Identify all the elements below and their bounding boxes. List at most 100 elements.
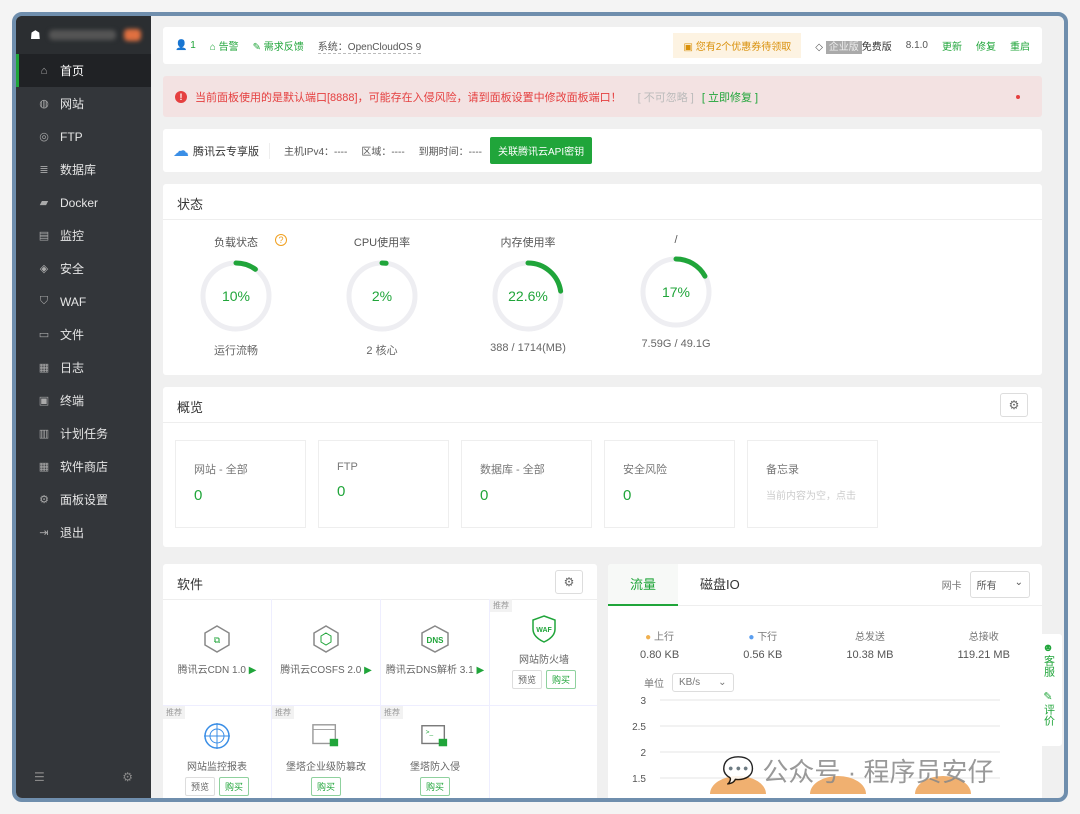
wechat-icon: 💬	[722, 755, 755, 785]
sidebar-item-2[interactable]: ◎ FTP	[16, 120, 151, 153]
software-item-2[interactable]: DNS 腾讯云DNS解析 3.1 ▶	[381, 599, 490, 706]
sidebar-item-1[interactable]: ◍ 网站	[16, 87, 151, 120]
buy-button[interactable]: 购买	[419, 777, 450, 796]
sidebar-item-0[interactable]: ⌂ 首页	[16, 54, 151, 87]
gauge-ring: 22.6%	[492, 260, 564, 332]
overview-card-1[interactable]: FTP 0	[318, 440, 449, 528]
gauge-ring: 2%	[346, 260, 418, 332]
update-button[interactable]: 更新	[942, 38, 962, 53]
gauge-2: 内存使用率 22.6% 388 / 1714(MB)	[473, 234, 583, 354]
sidebar-item-label: 安全	[60, 262, 85, 276]
sidebar-item-13[interactable]: ⚙ 面板设置	[16, 483, 151, 516]
alarm-link[interactable]: ⌂ 告警	[210, 38, 239, 53]
coupon-banner[interactable]: ▣ 您有2个优惠券待领取	[673, 33, 802, 58]
software-item-6[interactable]: 推荐 >_ 堡塔防入侵 购买	[381, 706, 490, 798]
grid-icon: ▦	[38, 461, 50, 473]
help-icon[interactable]: ?	[275, 234, 287, 246]
repair-button[interactable]: 修复	[976, 38, 996, 53]
settings-icon[interactable]: ⚙	[122, 770, 133, 784]
sidebar-item-5[interactable]: ▤ 监控	[16, 219, 151, 252]
link-api-key-button[interactable]: 关联腾讯云API密钥	[490, 137, 593, 164]
gauge-label: /	[674, 234, 678, 246]
sidebar-item-3[interactable]: ≣ 数据库	[16, 153, 151, 186]
software-icon	[312, 722, 340, 750]
software-settings-button[interactable]: ⚙	[555, 570, 583, 594]
preview-button[interactable]: 预览	[511, 670, 542, 689]
gauge-label: 内存使用率	[500, 237, 556, 249]
play-icon[interactable]: ▶	[476, 665, 484, 676]
host-ipv4: 主机IPv4：----	[284, 147, 348, 158]
sidebar-item-12[interactable]: ▦ 软件商店	[16, 450, 151, 483]
traffic-stat-2: 总发送 10.38 MB	[846, 632, 894, 661]
software-item-1[interactable]: 腾讯云COSFS 2.0 ▶	[272, 599, 381, 706]
region: 区域：----	[361, 147, 405, 158]
traffic-stat-1: ● 下行 0.56 KB	[743, 632, 783, 661]
nic-select[interactable]: 所有 ⌄	[969, 571, 1030, 598]
overview-card-4[interactable]: 备忘录 当前内容为空，点击	[747, 440, 878, 528]
docker-icon: ▰	[39, 197, 49, 209]
overview-settings-button[interactable]: ⚙	[1000, 393, 1028, 417]
software-icon: ⧉	[203, 625, 231, 653]
overview-title: 概览	[163, 387, 1042, 423]
sidebar-item-8[interactable]: ▭ 文件	[16, 318, 151, 351]
y-tick-label: 2	[640, 748, 646, 759]
play-icon[interactable]: ▶	[364, 665, 372, 676]
software-item-4[interactable]: 推荐 网站监控报表 预览 购买	[163, 706, 272, 798]
gauge-0: 负载状态? 10% 运行流畅	[181, 234, 291, 358]
collapse-menu-icon[interactable]: ☰	[34, 770, 45, 784]
sidebar-item-10[interactable]: ▣ 终端	[16, 384, 151, 417]
feedback-link[interactable]: ✎ 需求反馈	[253, 38, 304, 53]
svg-text:>_: >_	[426, 729, 434, 736]
fix-now-button[interactable]: [ 立即修复 ]	[702, 89, 758, 105]
tab-traffic[interactable]: 流量	[608, 564, 679, 606]
y-tick-label: 2.5	[632, 722, 646, 733]
preview-button[interactable]: 预览	[184, 777, 215, 796]
sidebar-item-label: 软件商店	[60, 460, 109, 474]
sidebar-item-6[interactable]: ◈ 安全	[16, 252, 151, 285]
buy-button[interactable]: 购买	[546, 670, 577, 689]
svg-text:DNS: DNS	[427, 636, 445, 645]
software-icon	[312, 625, 340, 653]
software-item-0[interactable]: ⧉ 腾讯云CDN 1.0 ▶	[163, 599, 272, 706]
sidebar-item-label: 首页	[60, 64, 85, 78]
overview-card-0[interactable]: 网站 - 全部 0	[175, 440, 306, 528]
sidebar-item-9[interactable]: ▦ 日志	[16, 351, 151, 384]
sidebar-item-11[interactable]: ▥ 计划任务	[16, 417, 151, 450]
unit-select[interactable]: KB/s ⌄	[672, 673, 734, 692]
gauge-detail: 运行流畅	[214, 345, 258, 357]
y-tick-label: 1.5	[632, 774, 646, 785]
sidebar-item-label: 面板设置	[60, 493, 109, 507]
recommend-tag: 推荐	[272, 706, 294, 719]
buy-button[interactable]: 购买	[219, 777, 250, 796]
service-button[interactable]: ☻ 客服	[1034, 642, 1062, 681]
tab-disk-io[interactable]: 磁盘IO	[678, 564, 762, 606]
sidebar-item-14[interactable]: ⇥ 退出	[16, 516, 151, 549]
overview-card-2[interactable]: 数据库 - 全部 0	[461, 440, 592, 528]
edition-info[interactable]: ◇ 企业版 免费版	[815, 38, 892, 54]
sidebar-item-7[interactable]: ⛉ WAF	[16, 285, 151, 318]
play-icon[interactable]: ▶	[249, 665, 257, 676]
nic-label: 网卡	[941, 581, 962, 592]
buy-button[interactable]: 购买	[310, 777, 341, 796]
user-link[interactable]: 👤 1	[175, 40, 196, 51]
sidebar-item-label: Docker	[60, 195, 99, 210]
y-tick-label: 3	[640, 696, 646, 707]
svg-text:22.6%: 22.6%	[508, 288, 548, 304]
sidebar-item-label: 网站	[60, 97, 85, 111]
sidebar: ☗ ⌂ 首页 ◍ 网站 ◎ FTP ≣ 数据库 ▰ Docker ▤ 监控 ◈ 安全 ⛉ WAF ▭ 文件 ▦ 日志 ▣…	[16, 16, 151, 798]
software-item-5[interactable]: 推荐 堡塔企业级防篡改 购买	[272, 706, 381, 798]
overview-card-3[interactable]: 安全风险 0	[604, 440, 735, 528]
globe-icon: ◍	[39, 98, 49, 110]
main-content: 👤 1 ⌂ 告警 ✎ 需求反馈 系统：OpenCloudOS 9 ▣ 您有2个优…	[151, 16, 1064, 798]
traffic-stat-3: 总接收 119.21 MB	[957, 632, 1010, 661]
sidebar-item-label: 退出	[60, 526, 85, 540]
gauge-ring: 10%	[200, 260, 272, 332]
sidebar-item-4[interactable]: ▰ Docker	[16, 186, 151, 219]
empty-cell	[490, 706, 597, 798]
sidebar-item-label: 计划任务	[60, 427, 109, 441]
software-item-3[interactable]: 推荐 WAF 网站防火墙 预览 购买	[490, 599, 597, 706]
restart-button[interactable]: 重启	[1010, 38, 1030, 53]
overview-panel: 概览 ⚙ 网站 - 全部 0 FTP 0 数据库 - 全部 0 安全风险 0 备忘录 当前内容为空…	[163, 387, 1042, 547]
review-button[interactable]: ✎ 评价	[1034, 691, 1062, 730]
database-icon: ≣	[39, 164, 49, 176]
